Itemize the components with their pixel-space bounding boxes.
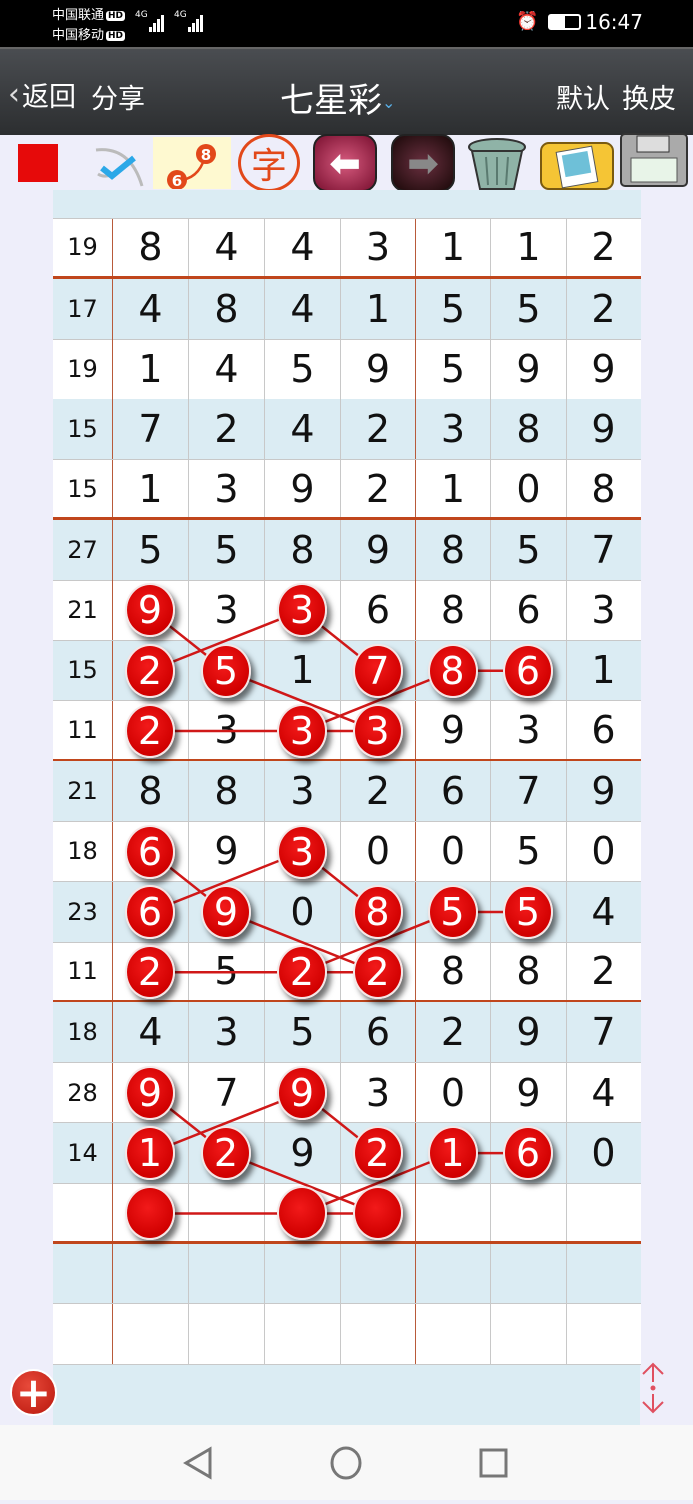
undo-button[interactable]: ⬅: [312, 134, 378, 192]
change-skin-button[interactable]: 换皮: [622, 77, 676, 116]
selected-ball[interactable]: 2: [277, 945, 327, 1000]
plus-icon[interactable]: +: [10, 1369, 57, 1416]
save-button[interactable]: [619, 133, 689, 187]
arrow-left-icon: ⬅: [313, 134, 377, 192]
trash-icon: [468, 138, 526, 190]
svg-text:6: 6: [172, 172, 182, 189]
selected-ball[interactable]: 8: [352, 884, 403, 939]
selected-ball[interactable]: 9: [277, 1065, 327, 1120]
alarm-icon: ⏰: [516, 11, 539, 32]
recents-square-icon[interactable]: [479, 1448, 508, 1478]
selected-ball[interactable]: 9: [201, 884, 251, 939]
clock: 16:47: [585, 10, 643, 34]
lottery-type-dropdown[interactable]: 七星彩⌄: [280, 73, 395, 122]
selected-ball[interactable]: 2: [125, 945, 175, 1000]
link-6-8-icon: 68: [167, 144, 216, 189]
arrow-right-icon: ➡: [391, 134, 455, 192]
battery-icon: [548, 14, 581, 30]
home-circle-icon[interactable]: [330, 1446, 362, 1480]
color-picker-button[interactable]: [18, 138, 58, 188]
up-down-arrows-icon[interactable]: [638, 1360, 668, 1416]
back-button[interactable]: ‹ 返回: [8, 75, 76, 114]
back-label: 返回: [22, 82, 76, 113]
selected-ball[interactable]: 3: [277, 704, 327, 759]
selected-ball[interactable]: 1: [125, 1126, 175, 1181]
number-grid: 19 8 4 4 3 1 1 2 17 4 8 4 1 5 5 2 19 1 4 5 9 5 9 9 15 7 2 4 2 3 8 9 15 1 3…: [53, 190, 641, 1365]
toolbar: 68 字 ⬅ ➡: [0, 133, 693, 192]
selected-ball[interactable]: 5: [201, 643, 251, 698]
default-button[interactable]: 默认: [556, 77, 610, 116]
redo-button[interactable]: ➡: [390, 134, 456, 192]
signal-icon-2: 4G: [174, 10, 203, 32]
selected-ball[interactable]: 2: [125, 643, 175, 698]
image-button[interactable]: [537, 138, 617, 190]
back-triangle-icon[interactable]: [183, 1446, 212, 1480]
selected-ball[interactable]: 3: [352, 704, 403, 759]
selected-ball[interactable]: 5: [503, 884, 553, 939]
selected-ball[interactable]: 8: [427, 643, 478, 698]
status-bar: 中国联通 HD 中国移动 HD 4G 4G ⏰ 16:47: [0, 0, 693, 47]
photo-folder-icon: [540, 142, 614, 190]
check-button[interactable]: [90, 138, 150, 188]
link-mode-button[interactable]: 68: [153, 137, 231, 189]
selected-ball[interactable]: 9: [125, 1065, 175, 1120]
selected-ball[interactable]: 6: [503, 1126, 553, 1181]
selected-ball[interactable]: 1: [427, 1126, 478, 1181]
selected-ball[interactable]: [352, 1186, 403, 1241]
chevron-down-icon: ⌄: [382, 93, 396, 112]
delete-button[interactable]: [462, 138, 532, 190]
app-header: ‹ 返回 分享 七星彩⌄ 默认 换皮: [0, 47, 693, 135]
check-mark-icon: [95, 148, 144, 187]
carrier-2: 中国移动 HD: [52, 28, 126, 43]
signal-icon-1: 4G: [135, 10, 164, 32]
selected-ball[interactable]: 6: [125, 884, 175, 939]
page-title: 七星彩: [280, 81, 382, 121]
input-band: [53, 1365, 640, 1425]
selected-ball[interactable]: 3: [277, 824, 327, 879]
share-button[interactable]: 分享: [91, 77, 145, 116]
selected-ball[interactable]: 6: [503, 643, 553, 698]
chevron-left-icon: ‹: [8, 77, 20, 112]
selected-ball[interactable]: 6: [125, 824, 175, 879]
selected-ball[interactable]: 2: [352, 945, 403, 1000]
carrier-1: 中国联通 HD: [52, 8, 126, 23]
selected-ball[interactable]: 2: [352, 1126, 403, 1181]
red-square-icon: [18, 144, 58, 182]
selected-ball[interactable]: 2: [125, 704, 175, 759]
selected-ball[interactable]: 2: [201, 1126, 251, 1181]
zi-character-icon: 字: [238, 134, 300, 192]
selected-ball[interactable]: 7: [352, 643, 403, 698]
navigation-bar: [0, 1425, 693, 1500]
svg-text:8: 8: [201, 146, 211, 164]
text-mode-button[interactable]: 字: [236, 134, 302, 192]
floppy-disk-icon: [620, 133, 688, 187]
selected-ball[interactable]: 5: [427, 884, 478, 939]
